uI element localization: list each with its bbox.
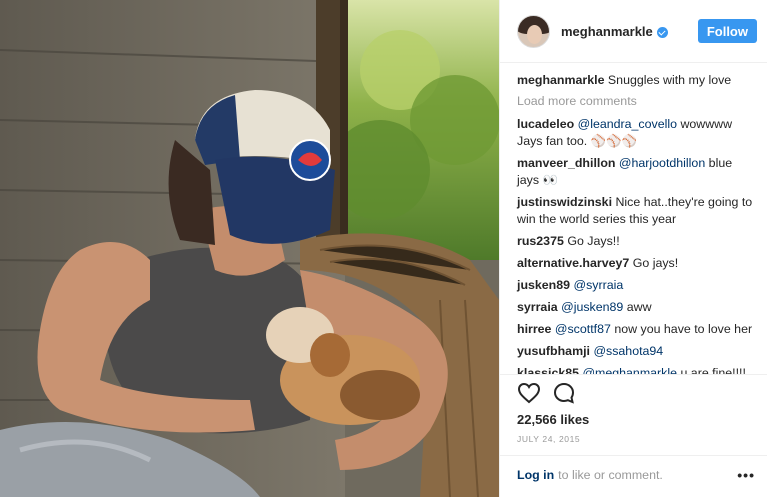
login-prompt-text: to like or comment. (558, 468, 663, 482)
comment-mention-link[interactable]: @harjootdhillon (619, 156, 705, 170)
load-more-comments-link[interactable]: Load more comments (517, 93, 753, 110)
caption-username[interactable]: meghanmarkle (517, 73, 604, 87)
comment-item: justinswidzinski Nice hat..they're going… (517, 194, 753, 228)
comment-item: jusken89 @syrraia (517, 277, 753, 294)
comment-username[interactable]: yusufbhamji (517, 344, 590, 358)
comments-list[interactable]: meghanmarkle Snuggles with my love Load … (500, 63, 767, 375)
comment-text: Go Jays!! (567, 234, 620, 248)
comment-item: lucadeleo @leandra_covello wowwww Jays f… (517, 116, 753, 150)
comment-item: syrraia @jusken89 aww (517, 299, 753, 316)
photo-illustration (0, 0, 499, 497)
login-prompt: Log in to like or comment. ••• (500, 456, 767, 494)
verified-badge-icon (656, 26, 668, 38)
comment-item: hirree @scottf87 now you have to love he… (517, 321, 753, 338)
comment-username[interactable]: alternative.harvey7 (517, 256, 629, 270)
comment-mention-link[interactable]: @syrraia (574, 278, 624, 292)
comment-mention-link[interactable]: @meghanmarkle (582, 366, 677, 374)
comment-item: manveer_dhillon @harjootdhillon blue jay… (517, 155, 753, 189)
comment-mention-link[interactable]: @leandra_covello (578, 117, 677, 131)
comment-username[interactable]: justinswidzinski (517, 195, 612, 209)
login-link[interactable]: Log in (517, 468, 554, 482)
comment-text: aww (626, 300, 652, 314)
comment-username[interactable]: hirree (517, 322, 551, 336)
avatar[interactable] (517, 14, 550, 48)
heart-icon[interactable] (517, 381, 541, 405)
comment-text: Go jays! (632, 256, 679, 270)
comment-text: now you have to love her (614, 322, 753, 336)
caption-text: Snuggles with my love (607, 73, 732, 87)
comment-username[interactable]: jusken89 (517, 278, 570, 292)
post-actions (500, 375, 767, 411)
post-header: meghanmarkle Follow (500, 0, 767, 63)
comment-mention-link[interactable]: @scottf87 (555, 322, 611, 336)
comment-username[interactable]: manveer_dhillon (517, 156, 615, 170)
post-caption: meghanmarkle Snuggles with my love (517, 72, 753, 89)
comment-username[interactable]: lucadeleo (517, 117, 574, 131)
comment-username[interactable]: syrraia (517, 300, 558, 314)
comment-item: klassick85 @meghanmarkle u are fine!!!! … (517, 365, 753, 374)
comment-mention-link[interactable]: @ssahota94 (593, 344, 663, 358)
more-options-icon[interactable]: ••• (737, 467, 755, 483)
comment-item: yusufbhamji @ssahota94 (517, 343, 753, 360)
post-sidebar: meghanmarkle Follow meghanmarkle Snuggle… (499, 0, 767, 497)
likes-count[interactable]: 22,566 likes (500, 411, 767, 429)
comment-item: rus2375 Go Jays!! (517, 233, 753, 250)
username-link[interactable]: meghanmarkle (561, 24, 653, 39)
comment-mention-link[interactable]: @jusken89 (561, 300, 623, 314)
comment-item: alternative.harvey7 Go jays! (517, 255, 753, 272)
follow-button[interactable]: Follow (697, 19, 757, 43)
instagram-post: meghanmarkle Follow meghanmarkle Snuggle… (0, 0, 767, 497)
comment-username[interactable]: rus2375 (517, 234, 564, 248)
comment-bubble-icon[interactable] (552, 381, 576, 405)
post-date: JULY 24, 2015 (500, 429, 767, 456)
comment-username[interactable]: klassick85 (517, 366, 579, 374)
post-photo[interactable] (0, 0, 499, 497)
